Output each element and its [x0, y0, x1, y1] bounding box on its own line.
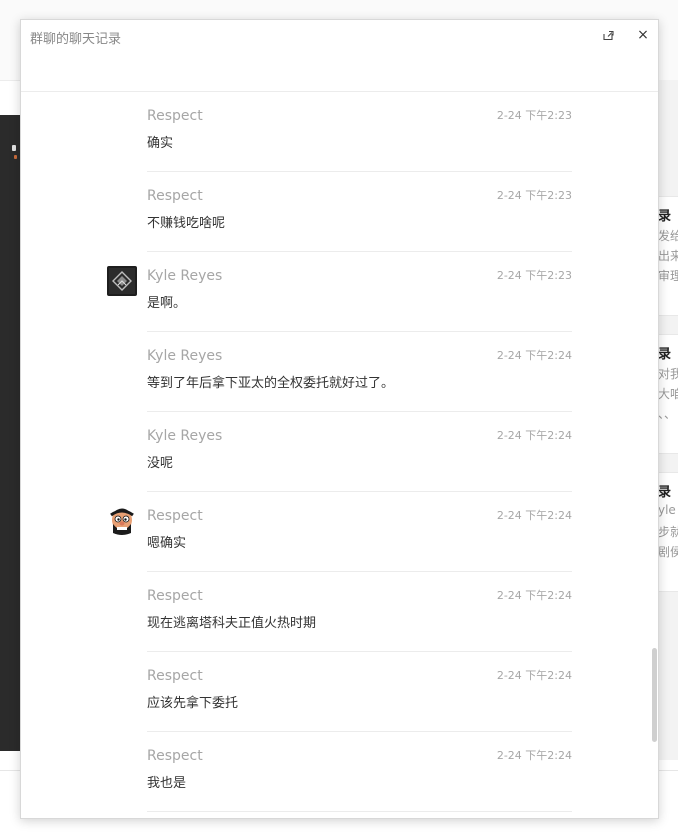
message-text: 应该先拿下委托 [147, 696, 239, 711]
avatar[interactable] [107, 266, 137, 296]
background-card-line: 发给 [658, 229, 678, 243]
message-time: 2-24 下午2:23 [496, 109, 572, 122]
divider [147, 811, 572, 812]
background-card[interactable]: 录 对我 大咱 、、 [658, 334, 678, 454]
close-button[interactable]: × [634, 26, 652, 44]
message-time: 2-24 下午2:24 [496, 749, 572, 762]
background-card-line: 出来 [658, 249, 678, 263]
background-card-line: 步就 [658, 525, 678, 539]
background-card-line: 大咱 [658, 387, 678, 401]
sender-name: Respect [147, 508, 203, 524]
message-item[interactable]: Respect 2-24 下午2:24 现在逃离塔科夫正值火热时期 [21, 572, 658, 652]
sender-name: Kyle Reyes [147, 268, 223, 284]
background-video-panel [0, 115, 22, 751]
message-text: 不赚钱吃啥呢 [147, 216, 226, 231]
background-decoration [14, 155, 17, 159]
share-icon [603, 30, 614, 41]
dialog-title: 群聊的聊天记录 [30, 32, 122, 47]
background-card-line: 剧侯 [658, 545, 678, 559]
message-text: 嗯确实 [147, 536, 187, 551]
message-text: 没呢 [147, 456, 174, 471]
background-card-line: 、、 [658, 407, 677, 421]
sender-name: Respect [147, 188, 203, 204]
share-button[interactable] [599, 26, 617, 44]
sender-name: Respect [147, 668, 203, 684]
scrollbar-thumb[interactable] [652, 648, 657, 742]
message-time: 2-24 下午2:24 [496, 589, 572, 602]
message-item[interactable]: Kyle Reyes 2-24 下午2:24 没呢 [21, 412, 658, 492]
sender-name: Respect [147, 108, 203, 124]
dialog-header: 群聊的聊天记录 × [21, 20, 658, 92]
sender-name: Respect [147, 588, 203, 604]
message-text: 我也是 [147, 776, 187, 791]
message-time: 2-24 下午2:24 [496, 429, 572, 442]
background-card-title: 录 [658, 347, 672, 362]
message-text: 是啊。 [147, 296, 187, 311]
message-item[interactable]: Respect 2-24 下午2:24 我也是 [21, 732, 658, 812]
message-time: 2-24 下午2:24 [496, 669, 572, 682]
background-card[interactable]: 录 发给 出来 审理 [658, 196, 678, 316]
message-list[interactable]: Respect 2-24 下午2:23 确实 Respect 2-24 下午2:… [21, 92, 658, 818]
message-time: 2-24 下午2:23 [496, 189, 572, 202]
background-card[interactable]: 录 yle I 步就 剧侯 [658, 472, 678, 592]
background-card-line: 对我 [658, 367, 678, 381]
message-text: 等到了年后拿下亚太的全权委托就好过了。 [147, 376, 395, 391]
sender-name: Kyle Reyes [147, 428, 223, 444]
background-card-line: yle I [658, 503, 678, 517]
dark-logo-avatar-icon [107, 266, 137, 296]
message-time: 2-24 下午2:23 [496, 269, 572, 282]
close-icon: × [637, 27, 649, 43]
background-card-title: 录 [658, 209, 672, 224]
message-item[interactable]: Kyle Reyes 2-24 下午2:24 等到了年后拿下亚太的全权委托就好过… [21, 332, 658, 412]
message-text: 现在逃离塔科夫正值火热时期 [147, 616, 317, 631]
chat-history-dialog: 群聊的聊天记录 × Respect 2-24 下午2:23 确实 Respect… [20, 19, 659, 819]
sender-name: Kyle Reyes [147, 348, 223, 364]
avatar[interactable] [107, 506, 137, 536]
scrollbar[interactable] [650, 92, 658, 818]
message-item[interactable]: Respect 2-24 下午2:23 不赚钱吃啥呢 [21, 172, 658, 252]
background-card-line: 审理 [658, 269, 678, 283]
message-item[interactable]: Respect 2-24 下午2:23 确实 [21, 92, 658, 172]
sender-name: Respect [147, 748, 203, 764]
message-item[interactable]: Respect 2-24 下午2:24 嗯确实 [21, 492, 658, 572]
message-time: 2-24 下午2:24 [496, 349, 572, 362]
message-item[interactable]: Respect 2-24 下午2:24 应该先拿下委托 [21, 652, 658, 732]
message-text: 确实 [147, 136, 174, 151]
cartoon-face-avatar-icon [107, 506, 137, 536]
background-decoration [12, 145, 16, 151]
background-card-title: 录 [658, 485, 672, 500]
message-item[interactable]: Kyle Reyes 2-24 下午2:23 是啊。 [21, 252, 658, 332]
message-time: 2-24 下午2:24 [496, 509, 572, 522]
